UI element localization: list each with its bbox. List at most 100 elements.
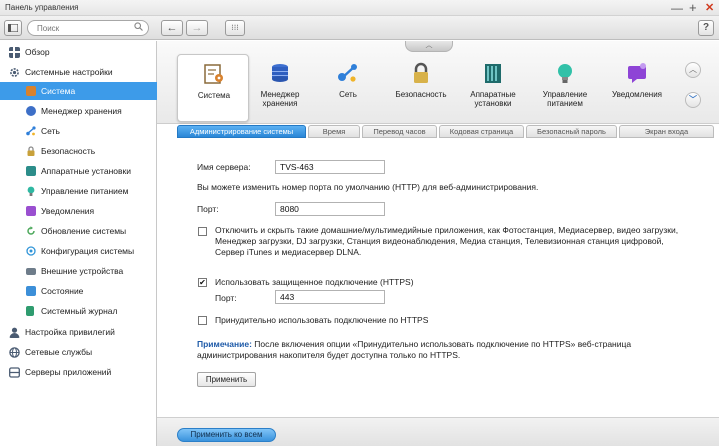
tab-login-screen[interactable]: Экран входа xyxy=(619,125,714,138)
sidebar-item-label: Системные настройки xyxy=(25,67,113,77)
category-security[interactable]: Безопасность xyxy=(385,54,457,122)
https-port-input[interactable]: 443 xyxy=(275,290,385,304)
category-label: Сеть xyxy=(339,90,357,99)
log-icon xyxy=(26,306,34,316)
help-button[interactable]: ? xyxy=(698,20,714,36)
sidebar-item-system-log[interactable]: Системный журнал xyxy=(0,302,157,320)
category-ribbon: ︿ Система Менеджер хранения Сеть Безопас… xyxy=(157,41,719,124)
apply-all-button[interactable]: Применить ко всем xyxy=(177,428,276,442)
sidebar-item-storage[interactable]: Менеджер хранения xyxy=(0,102,157,120)
power-icon xyxy=(558,64,572,83)
apply-button[interactable]: Применить xyxy=(197,372,256,387)
overview-icon xyxy=(9,47,20,58)
tab-codepage[interactable]: Кодовая страница xyxy=(439,125,524,138)
sidebar-item-hardware[interactable]: Аппаратные установки xyxy=(0,162,157,180)
port-input[interactable]: 8080 xyxy=(275,202,385,216)
server-name-label: Имя сервера: xyxy=(197,162,251,172)
sidebar-item-app-servers[interactable]: Серверы приложений xyxy=(0,363,157,381)
sidebar-item-network[interactable]: Сеть xyxy=(0,122,157,140)
title-bar: Панель управления — + ✕ xyxy=(0,0,719,16)
search-input[interactable] xyxy=(37,22,133,34)
hardware-icon xyxy=(485,64,501,83)
back-button[interactable]: ← xyxy=(161,20,183,36)
note-text: Примечание: После включения опции «Прину… xyxy=(197,339,637,361)
sidebar-item-security[interactable]: Безопасность xyxy=(0,142,157,160)
tab-system-admin[interactable]: Администрирование системы xyxy=(177,125,306,138)
category-label: Уведомления xyxy=(611,90,663,99)
ribbon-scroll-down-button[interactable]: ﹀ xyxy=(685,92,701,108)
storage-icon xyxy=(272,64,288,82)
storage-icon xyxy=(26,106,36,116)
https-port-label: Порт: xyxy=(215,293,237,303)
note-label: Примечание: xyxy=(197,339,252,349)
hardware-icon xyxy=(26,166,36,176)
search-box[interactable] xyxy=(27,20,149,36)
settings-tabs: Администрирование системы Время Перевод … xyxy=(177,125,714,139)
sidebar-item-label: Внешние устройства xyxy=(41,266,124,276)
sidebar-item-label: Состояние xyxy=(41,286,84,296)
https-checkbox[interactable]: ✔ xyxy=(198,278,207,287)
category-label: Безопасность xyxy=(395,90,447,99)
sidebar-item-label: Безопасность xyxy=(41,146,96,156)
close-button[interactable]: ✕ xyxy=(705,0,714,16)
tab-password-strength[interactable]: Безопасный пароль xyxy=(526,125,617,138)
sidebar-item-system-update[interactable]: Обновление системы xyxy=(0,222,157,240)
sidebar-item-network-services[interactable]: Сетевые службы xyxy=(0,343,157,361)
apps-grid-button[interactable]: ⁝⁝⁝ xyxy=(225,20,245,36)
sidebar-item-label: Сеть xyxy=(41,126,60,136)
sidebar: Обзор Системные настройки Система Менедж… xyxy=(0,41,157,446)
collapse-ribbon-button[interactable]: ︿ xyxy=(405,41,453,52)
globe-icon xyxy=(9,347,20,358)
lock-icon xyxy=(27,146,35,156)
force-https-checkbox[interactable] xyxy=(198,316,207,325)
tab-daylight-saving[interactable]: Перевод часов xyxy=(362,125,437,138)
category-label: Менеджер хранения xyxy=(260,90,300,108)
sidebar-toggle-icon xyxy=(7,23,19,33)
sidebar-item-status[interactable]: Состояние xyxy=(0,282,157,300)
sidebar-item-notifications[interactable]: Уведомления xyxy=(0,202,157,220)
maximize-button[interactable]: + xyxy=(689,0,697,16)
sidebar-toggle-button[interactable] xyxy=(4,20,22,36)
sidebar-item-label: Конфигурация системы xyxy=(41,246,135,256)
sidebar-item-system-config[interactable]: Конфигурация системы xyxy=(0,242,157,260)
toolbar: ← → ⁝⁝⁝ ? xyxy=(0,16,719,40)
category-network[interactable]: Сеть xyxy=(312,54,384,122)
sidebar-item-label: Обзор xyxy=(25,47,50,57)
category-notifications[interactable]: Уведомления xyxy=(601,54,673,122)
category-power[interactable]: Управление питанием xyxy=(529,54,601,122)
sidebar-item-system[interactable]: Система xyxy=(0,82,157,100)
forward-button[interactable]: → xyxy=(186,20,208,36)
sidebar-item-external-devices[interactable]: Внешние устройства xyxy=(0,262,157,280)
status-icon xyxy=(26,286,36,296)
hide-apps-checkbox[interactable] xyxy=(198,227,207,236)
external-device-icon xyxy=(26,268,36,275)
notification-icon xyxy=(26,206,36,216)
category-label: Система xyxy=(197,91,231,100)
sidebar-item-system-settings[interactable]: Системные настройки xyxy=(0,63,157,81)
category-hardware[interactable]: Аппаратные установки xyxy=(457,54,529,122)
hide-apps-text: Отключить и скрыть такие домашние/мульти… xyxy=(215,225,679,257)
window-title: Панель управления xyxy=(5,3,79,12)
user-icon xyxy=(9,327,20,338)
lock-icon xyxy=(414,62,428,83)
notification-icon xyxy=(628,63,646,83)
sidebar-item-privileges[interactable]: Настройка привилегий xyxy=(0,323,157,341)
minimize-button[interactable]: — xyxy=(671,0,683,16)
footer-bar: Применить ко всем xyxy=(157,417,719,446)
sidebar-item-label: Настройка привилегий xyxy=(25,327,115,337)
main-panel: ︿ Система Менеджер хранения Сеть Безопас… xyxy=(157,41,719,446)
category-label: Аппаратные установки xyxy=(470,90,516,108)
server-name-input[interactable]: TVS-463 xyxy=(275,160,385,174)
category-storage[interactable]: Менеджер хранения xyxy=(244,54,316,122)
tab-time[interactable]: Время xyxy=(308,125,360,138)
ribbon-scroll-up-button[interactable]: ︿ xyxy=(685,62,701,78)
sidebar-item-label: Серверы приложений xyxy=(25,367,112,377)
system-icon xyxy=(204,64,223,84)
note-body: После включения опции «Принудительно исп… xyxy=(197,339,632,360)
sidebar-item-label: Системный журнал xyxy=(41,306,118,316)
sidebar-item-power[interactable]: Управление питанием xyxy=(0,182,157,200)
sidebar-item-overview[interactable]: Обзор xyxy=(0,43,157,61)
sidebar-item-label: Аппаратные установки xyxy=(41,166,131,176)
category-system[interactable]: Система xyxy=(177,54,249,122)
sidebar-item-label: Уведомления xyxy=(41,206,95,216)
